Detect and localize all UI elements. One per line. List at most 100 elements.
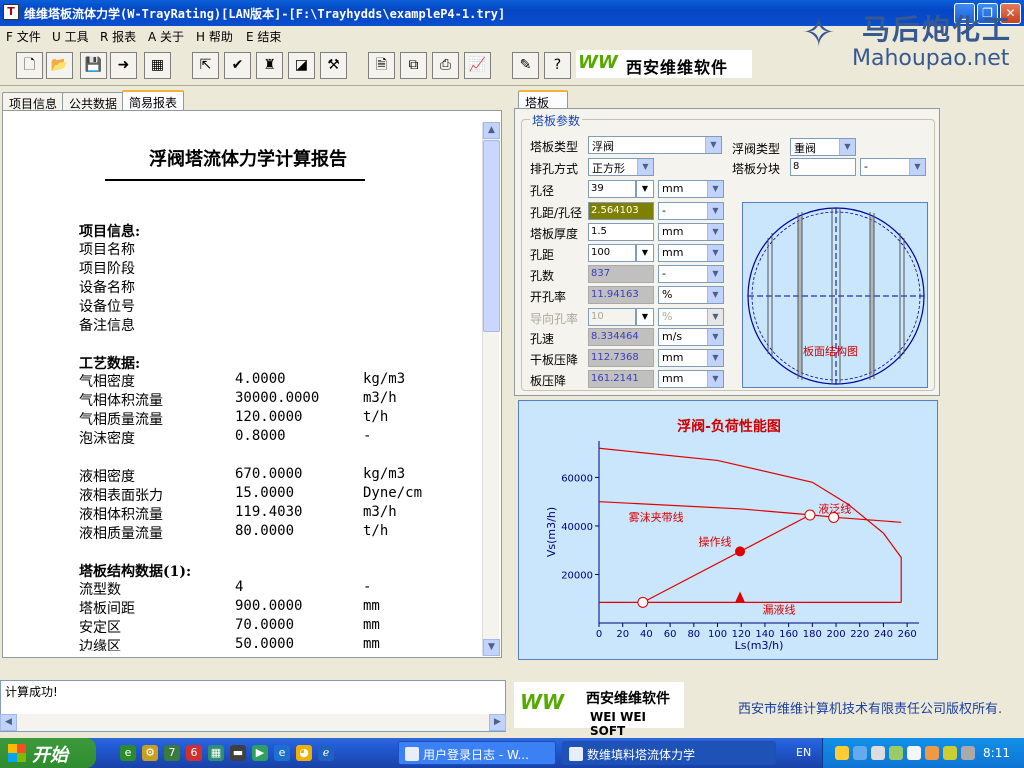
chart-icon[interactable]: 📈 [464, 52, 491, 79]
menu-help[interactable]: H 帮助 [196, 28, 233, 45]
tray-app-icon[interactable] [835, 746, 849, 760]
row-label: 气相体积流量 [79, 393, 163, 409]
lower-limit-point [735, 591, 746, 603]
ie-icon[interactable]: e [274, 745, 290, 761]
param-value-input[interactable]: 100 [588, 244, 636, 262]
param-label: 孔数 [530, 269, 555, 283]
tools-icon[interactable]: ⚒ [320, 52, 347, 79]
tray-split-input[interactable]: 8 [790, 158, 856, 176]
scroll-up-icon[interactable]: ▲ [483, 122, 500, 139]
param-unit-select[interactable]: % ▼ [658, 286, 724, 304]
network-icon[interactable] [853, 746, 867, 760]
tab-project-info[interactable]: 项目信息 [2, 92, 65, 112]
help-icon[interactable]: ? [544, 52, 571, 79]
task-packing-tower[interactable]: 数维填料塔流体力学 [562, 741, 776, 765]
menu-report[interactable]: R 报表 [100, 28, 136, 45]
taskbar: 开始 e ⚙ 7 6 ▦ ▬ ▶ e ◕ ℯ 用户登录日志 - W... 数维填… [0, 738, 1024, 768]
param-combo-button[interactable]: ▼ [636, 308, 654, 326]
param-unit-select[interactable]: mm ▼ [658, 180, 724, 198]
export-icon[interactable]: ➜ [110, 52, 137, 79]
param-combo-button[interactable]: ▼ [636, 180, 654, 198]
tray-monitor-icon[interactable] [871, 746, 885, 760]
row-label: 液相体积流量 [79, 507, 163, 523]
scroll-left-icon[interactable]: ◀ [0, 714, 17, 731]
document-icon[interactable]: 🗎 [368, 52, 395, 79]
edit-icon[interactable]: ✎ [512, 52, 539, 79]
hole-pattern-select[interactable]: 正方形 ▼ [588, 158, 654, 176]
tray-split-unit-select[interactable]: - ▼ [860, 158, 926, 176]
terminal-icon[interactable]: ▬ [230, 745, 246, 761]
tray-type-label: 塔板类型 [530, 140, 579, 154]
param-value-input[interactable]: 1.5 [588, 223, 654, 241]
tray-shield-icon[interactable] [889, 746, 903, 760]
check-icon[interactable]: ✔ [224, 52, 251, 79]
row-unit: t/h [363, 409, 389, 425]
curve-label: 操作线 [699, 534, 732, 548]
param-value-input[interactable]: 39 [588, 180, 636, 198]
row-unit: m3/h [363, 504, 397, 520]
open-point [804, 509, 816, 521]
row-label: 边缘区 [79, 639, 121, 651]
row-value: 4.0000 [235, 371, 286, 387]
ww-logo-icon: WW [578, 52, 618, 73]
menu-about[interactable]: A 关于 [148, 28, 184, 45]
status-scrollbar[interactable]: ◀ ▶ [0, 714, 506, 731]
app-icon[interactable]: T [3, 4, 19, 20]
param-value-input[interactable]: 2.564103 [588, 202, 654, 220]
tab-simple-report[interactable]: 简易报表 [122, 90, 185, 112]
import-icon[interactable]: ⇱ [192, 52, 219, 79]
param-unit-select[interactable]: mm ▼ [658, 349, 724, 367]
param-unit-select[interactable]: m/s ▼ [658, 328, 724, 346]
browser-icon[interactable]: ℯ [318, 745, 334, 761]
footer-brand-text: 西安维维软件 [586, 691, 670, 707]
clock: 8:11 [983, 746, 1010, 760]
param-unit-select[interactable]: mm ▼ [658, 370, 724, 388]
volume-icon[interactable] [943, 746, 957, 760]
group-title: 塔板参数 [530, 112, 583, 129]
scroll-right-icon[interactable]: ▶ [489, 714, 506, 731]
open-folder-icon[interactable]: 📂 [46, 52, 73, 79]
chevron-down-icon: ▼ [707, 245, 723, 261]
report-scrollbar[interactable]: ▲ ▼ [482, 122, 500, 656]
y-tick-label: 20000 [561, 570, 593, 581]
diagram-icon[interactable]: ◪ [288, 52, 315, 79]
tool-icon[interactable]: ⚙ [142, 745, 158, 761]
copy-icon[interactable]: ⧉ [400, 52, 427, 79]
menu-tools[interactable]: U 工具 [52, 28, 89, 45]
task-login-log[interactable]: 用户登录日志 - W... [398, 741, 556, 765]
app6-icon[interactable]: 6 [186, 745, 202, 761]
tab-common-data[interactable]: 公共数据 [62, 92, 125, 112]
param-unit-select[interactable]: mm ▼ [658, 223, 724, 241]
tray-misc-icon[interactable] [961, 746, 975, 760]
new-file-icon[interactable]: 🗋 [16, 52, 43, 79]
language-indicator[interactable]: EN [796, 746, 811, 759]
curve-label: 漏液线 [763, 602, 796, 616]
param-combo-button[interactable]: ▼ [636, 244, 654, 262]
tray-security-icon[interactable] [925, 746, 939, 760]
scroll-thumb[interactable] [483, 140, 500, 332]
save-icon[interactable]: 💾 [80, 52, 107, 79]
valve-type-select[interactable]: 重阀 ▼ [790, 138, 856, 156]
curve-label: 液泛线 [818, 502, 851, 516]
menu-file[interactable]: F 文件 [6, 28, 41, 45]
scroll-down-icon[interactable]: ▼ [483, 639, 500, 656]
calculator-app-icon[interactable]: ▦ [208, 745, 224, 761]
param-unit-select[interactable]: - ▼ [658, 265, 724, 283]
media-icon[interactable]: ▶ [252, 745, 268, 761]
qq-icon[interactable]: ◕ [296, 745, 312, 761]
row-value: 15.0000 [235, 485, 295, 501]
footer-brand-en: WEI WEI SOFT [590, 710, 646, 738]
param-unit-select[interactable]: mm ▼ [658, 244, 724, 262]
app7-icon[interactable]: 7 [164, 745, 180, 761]
tray-type-select[interactable]: 浮阀 ▼ [588, 136, 722, 154]
series-line-1 [598, 447, 902, 603]
calculator-icon[interactable]: ▦ [144, 52, 171, 79]
menu-exit[interactable]: E 结束 [246, 28, 281, 45]
desktop-icon[interactable]: e [120, 745, 136, 761]
tower-icon[interactable]: ♜ [256, 52, 283, 79]
param-unit-select[interactable]: - ▼ [658, 202, 724, 220]
start-button[interactable]: 开始 [0, 738, 96, 768]
printer-icon[interactable] [907, 746, 921, 760]
chevron-down-icon: ▼ [637, 245, 653, 261]
print-icon[interactable]: ⎙ [432, 52, 459, 79]
